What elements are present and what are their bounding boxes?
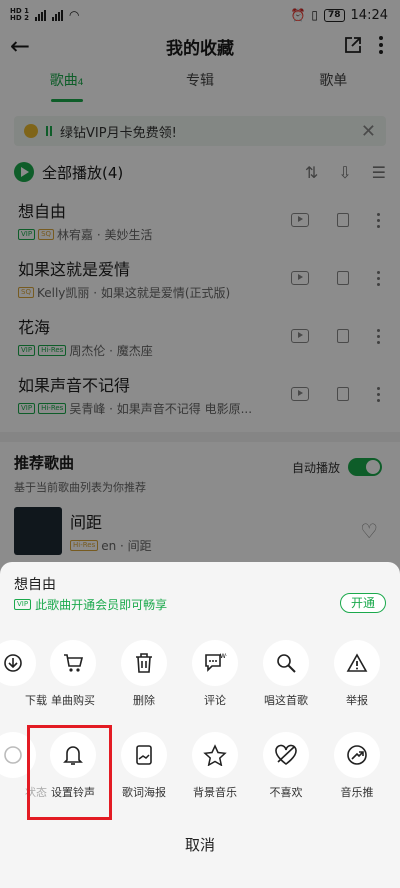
cancel-button[interactable]: 取消 xyxy=(0,834,400,855)
delete-action[interactable]: 删除 xyxy=(108,640,180,712)
microphone-icon xyxy=(263,640,309,686)
highlight-box xyxy=(27,725,112,820)
poster-icon xyxy=(121,732,167,778)
report-action[interactable]: 举报 xyxy=(321,640,393,712)
svg-text:W+: W+ xyxy=(220,653,227,660)
action-sheet: 想自由 VIP此歌曲开通会员即可畅享 开通 下载 单曲购买 删除 W+ 评论 唱… xyxy=(0,562,400,888)
dislike-action[interactable]: 不喜欢 xyxy=(250,732,322,804)
music-push-action[interactable]: 音乐推 xyxy=(321,732,393,804)
cart-icon xyxy=(50,640,96,686)
broken-heart-icon xyxy=(263,732,309,778)
trash-icon xyxy=(121,640,167,686)
trend-icon xyxy=(334,732,380,778)
comment-icon: W+ xyxy=(192,640,238,686)
open-vip-button[interactable]: 开通 xyxy=(340,593,386,613)
lyric-poster-action[interactable]: 歌词海报 xyxy=(108,732,180,804)
star-icon xyxy=(192,732,238,778)
comment-action[interactable]: W+ 评论 xyxy=(179,640,251,712)
download-icon xyxy=(0,640,36,686)
warning-icon xyxy=(334,640,380,686)
background-music-action[interactable]: 背景音乐 xyxy=(179,732,251,804)
vip-promo-text: 此歌曲开通会员即可畅享 xyxy=(35,598,168,612)
buy-single-action[interactable]: 单曲购买 xyxy=(37,640,109,712)
vip-badge: VIP xyxy=(14,599,32,610)
sheet-song-title: 想自由 xyxy=(14,577,56,593)
sing-this-song-action[interactable]: 唱这首歌 xyxy=(250,640,322,712)
